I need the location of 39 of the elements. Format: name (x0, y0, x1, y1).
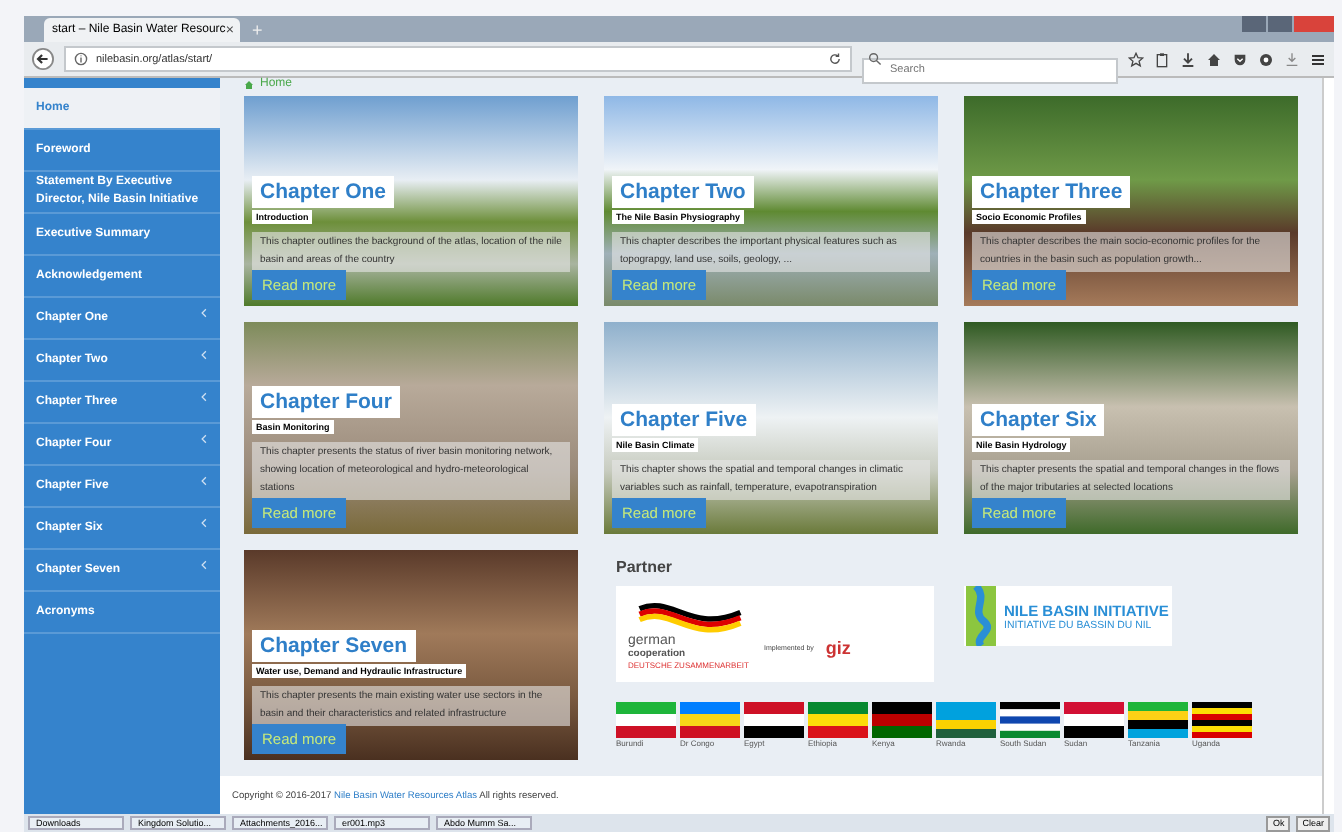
chapter-title: Chapter One (252, 176, 395, 208)
chevron-left-icon (200, 350, 208, 360)
home-icon[interactable] (1206, 51, 1222, 67)
back-arrow-icon[interactable] (32, 48, 54, 70)
chapter-title: Chapter Two (612, 176, 754, 208)
chevron-left-icon (200, 476, 208, 486)
flag-icon (1000, 702, 1060, 738)
chevron-left-icon (200, 518, 208, 528)
chevron-left-icon (200, 392, 208, 402)
river-icon (964, 586, 998, 646)
chevron-left-icon (200, 434, 208, 444)
chapter-title: Chapter Three (972, 176, 1131, 208)
menu-icon[interactable] (1310, 51, 1326, 67)
chevron-left-icon (200, 560, 208, 570)
chevron-left-icon (200, 308, 208, 318)
flag-icon (680, 702, 740, 738)
flag-icon (808, 702, 868, 738)
flag-icon (936, 702, 996, 738)
flag-icon (1128, 702, 1188, 738)
flag-icon (1192, 702, 1252, 738)
new-tab-button[interactable]: + (252, 19, 263, 39)
flag-icon (616, 702, 676, 738)
clipboard-icon[interactable] (1154, 51, 1170, 67)
star-icon[interactable] (1128, 51, 1144, 67)
partner-heading: Partner (616, 558, 675, 576)
chapter-title: Chapter Four (252, 386, 400, 418)
circle-icon[interactable] (1258, 51, 1274, 67)
scrollbar[interactable] (1322, 78, 1334, 814)
shield-icon[interactable] (1232, 51, 1248, 67)
download-icon[interactable] (1180, 51, 1196, 67)
chapter-title: Chapter Seven (252, 630, 416, 662)
chapter-title: Chapter Five (612, 404, 756, 436)
reload-icon[interactable] (828, 52, 842, 66)
flag-icon (1064, 702, 1124, 738)
info-icon (74, 52, 88, 66)
chapter-title: Chapter Six (972, 404, 1105, 436)
home-icon (244, 79, 254, 89)
flag-icon (872, 702, 932, 738)
flag-icon (744, 702, 804, 738)
